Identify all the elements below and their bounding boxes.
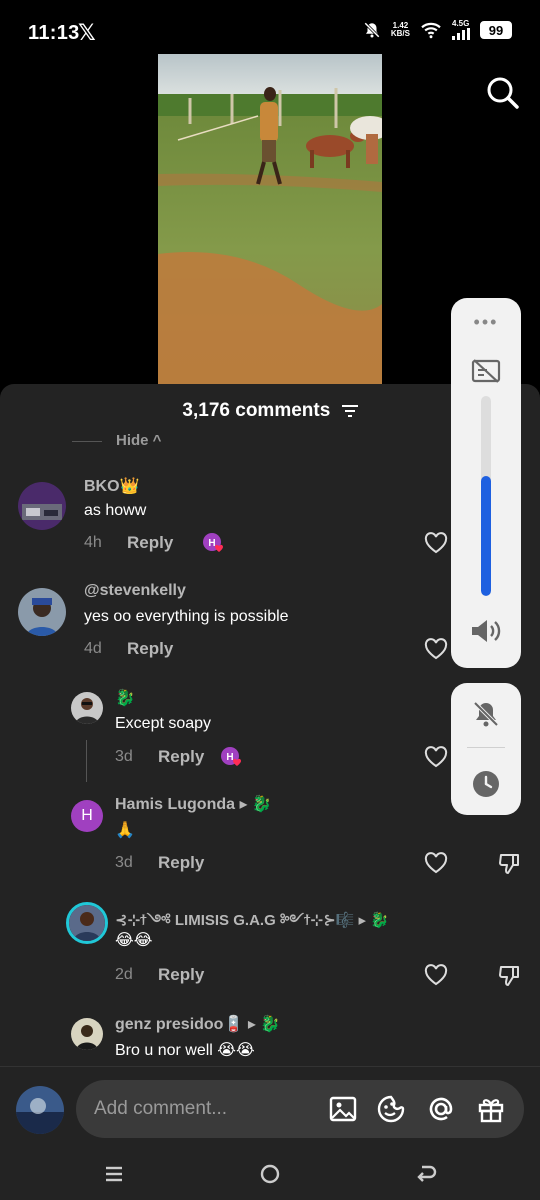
comment-author[interactable]: Hamis Lugonda ▸ 🐉 bbox=[115, 794, 272, 814]
mute-bell-icon bbox=[364, 22, 380, 38]
creator-liked-icon: H bbox=[221, 747, 241, 766]
avatar[interactable]: H bbox=[71, 800, 103, 832]
comment-text: Except soapy bbox=[115, 715, 212, 732]
more-options-icon[interactable]: ••• bbox=[451, 312, 521, 333]
reply-item: ⊰⊹ϯ༺ LIMISIS G.A.G ༻ϯ⊹⊱🎼 ▸ 🐉 😂😂 2d Reply bbox=[0, 898, 540, 998]
like-heart-icon[interactable] bbox=[424, 964, 448, 986]
dislike-icon[interactable] bbox=[498, 852, 522, 874]
clock-icon[interactable] bbox=[472, 770, 500, 798]
reply-button[interactable]: Reply bbox=[127, 639, 173, 659]
comment-time: 4d bbox=[84, 640, 102, 657]
reply-item: genz presidoo🪫 ▸ 🐉 Bro u nor well 😭😭 bbox=[0, 1010, 540, 1070]
my-avatar[interactable] bbox=[16, 1086, 64, 1134]
reply-button[interactable]: Reply bbox=[127, 533, 173, 553]
volume-panel: ••• bbox=[451, 298, 521, 668]
network-speed: 1.42 KB/S bbox=[391, 22, 410, 38]
comment-input-box[interactable] bbox=[76, 1080, 524, 1138]
signal-bars-icon bbox=[452, 28, 470, 40]
avatar[interactable] bbox=[66, 902, 108, 944]
captions-off-icon[interactable] bbox=[471, 358, 501, 384]
reply-button[interactable]: Reply bbox=[158, 965, 204, 985]
status-icons: 1.42 KB/S 4.5G 99 bbox=[363, 20, 512, 40]
x-logo-icon: 𝕏 bbox=[78, 20, 96, 45]
search-icon[interactable] bbox=[486, 76, 520, 110]
video-frame bbox=[158, 54, 382, 384]
comment-time: 3d bbox=[115, 854, 133, 871]
comment-text: 😂😂 bbox=[115, 932, 153, 949]
volume-slider[interactable] bbox=[481, 396, 491, 596]
comment-text: 🙏 bbox=[115, 822, 135, 839]
comment-author[interactable]: BKO👑 bbox=[84, 476, 139, 496]
gift-icon[interactable] bbox=[476, 1094, 506, 1124]
comment-text: yes oo everything is possible bbox=[84, 608, 289, 625]
avatar[interactable] bbox=[18, 482, 66, 530]
home-icon[interactable] bbox=[258, 1162, 282, 1186]
comment-time: 2d bbox=[115, 966, 133, 983]
dislike-icon[interactable] bbox=[498, 964, 522, 986]
avatar[interactable] bbox=[71, 1018, 103, 1050]
svg-text:H: H bbox=[226, 752, 233, 763]
speed-unit: KB/S bbox=[390, 29, 410, 38]
comment-text: Bro u nor well 😭😭 bbox=[115, 1042, 255, 1059]
comment-author[interactable]: ⊰⊹ϯ༺ LIMISIS G.A.G ༻ϯ⊹⊱🎼 ▸ 🐉 bbox=[115, 904, 389, 946]
avatar-letter: H bbox=[81, 807, 93, 824]
battery-indicator: 99 bbox=[480, 21, 512, 39]
comments-count-title: 3,176 comments bbox=[182, 400, 331, 421]
comment-author[interactable]: @stevenkelly bbox=[84, 582, 186, 600]
like-heart-icon[interactable] bbox=[424, 532, 448, 554]
speaker-icon[interactable] bbox=[469, 616, 503, 646]
video-player[interactable] bbox=[158, 54, 382, 384]
like-heart-icon[interactable] bbox=[424, 746, 448, 768]
system-nav-bar bbox=[0, 1150, 540, 1200]
image-icon[interactable] bbox=[328, 1094, 358, 1124]
comment-time: 4h bbox=[84, 534, 102, 551]
wifi-icon bbox=[421, 22, 441, 39]
recent-apps-icon[interactable] bbox=[102, 1162, 126, 1186]
hide-replies-button[interactable]: Hide ^ bbox=[72, 432, 161, 449]
mention-icon[interactable] bbox=[426, 1094, 456, 1124]
avatar[interactable] bbox=[18, 588, 66, 636]
svg-text:H: H bbox=[208, 538, 215, 549]
avatar[interactable] bbox=[71, 692, 103, 724]
bell-off-icon[interactable] bbox=[471, 699, 501, 729]
hide-divider bbox=[72, 440, 102, 442]
comment-time: 3d bbox=[115, 748, 133, 765]
comment-text: as howw bbox=[84, 502, 147, 519]
volume-slider-fill bbox=[481, 476, 491, 596]
hide-label: Hide ^ bbox=[116, 432, 162, 449]
reply-button[interactable]: Reply bbox=[158, 853, 204, 873]
reply-button[interactable]: Reply bbox=[158, 747, 204, 767]
comment-author[interactable]: 🐉 bbox=[115, 688, 135, 708]
panel-divider bbox=[467, 747, 505, 748]
comment-input[interactable] bbox=[94, 1080, 314, 1138]
emoji-sticker-icon[interactable] bbox=[376, 1094, 406, 1124]
filter-icon[interactable] bbox=[341, 404, 358, 417]
like-heart-icon[interactable] bbox=[424, 638, 448, 660]
creator-liked-icon: H bbox=[203, 533, 223, 552]
like-heart-icon[interactable] bbox=[424, 852, 448, 874]
comment-author[interactable]: genz presidoo🪫 ▸ 🐉 bbox=[115, 1014, 280, 1034]
network-type: 4.5G bbox=[452, 19, 470, 28]
cell-signal: 4.5G bbox=[452, 20, 470, 40]
status-time: 11:13 bbox=[28, 22, 80, 44]
ring-mode-panel bbox=[451, 683, 521, 815]
thread-line bbox=[86, 740, 87, 782]
back-icon[interactable] bbox=[414, 1162, 438, 1186]
